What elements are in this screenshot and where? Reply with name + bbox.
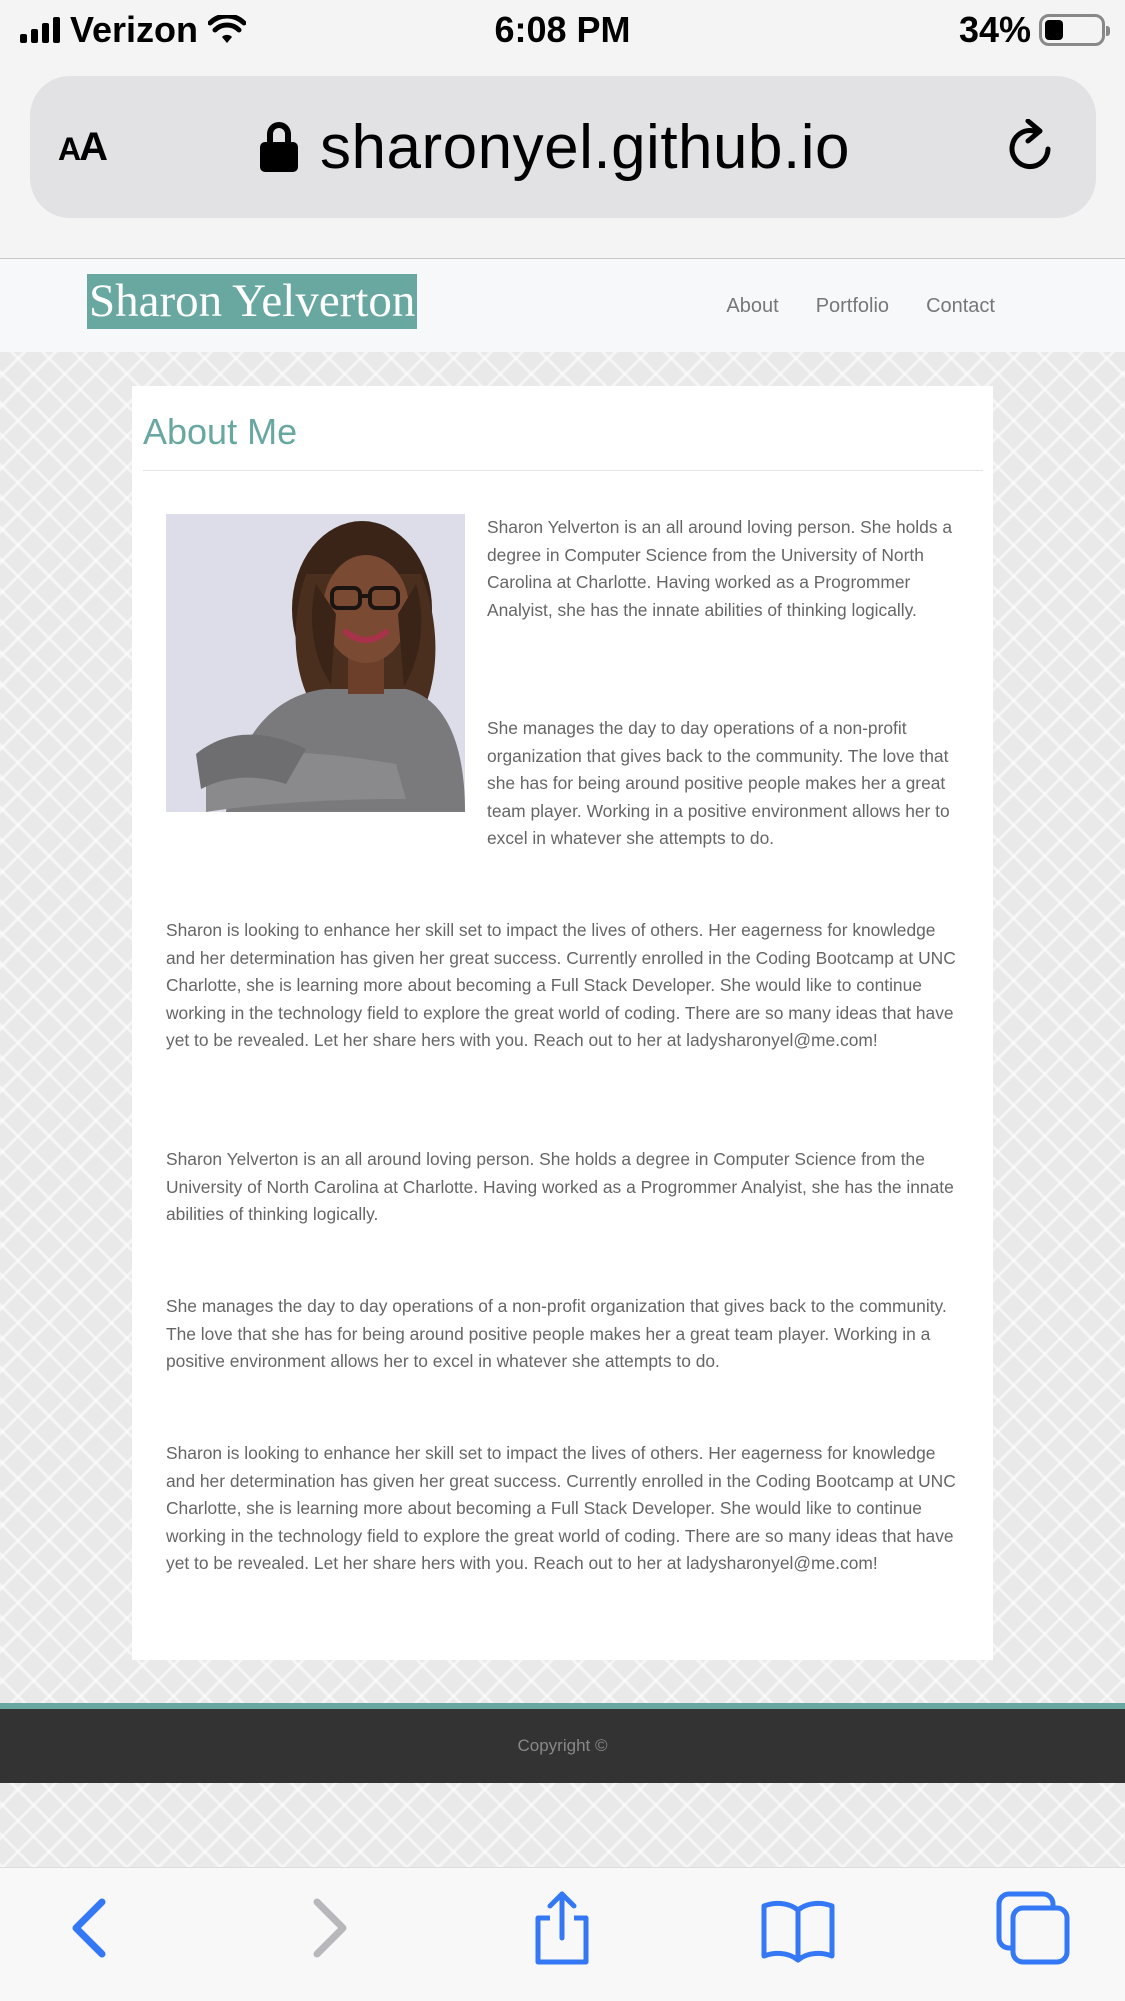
about-paragraph: She manages the day to day operations of… <box>487 718 950 848</box>
nav-portfolio[interactable]: Portfolio <box>816 295 889 318</box>
url-text[interactable]: sharonyel.github.io <box>320 112 850 183</box>
site-footer: Copyright © <box>0 1703 1125 1783</box>
about-paragraph: She manages the day to day operations of… <box>166 1296 947 1371</box>
battery-percent: 34% <box>958 9 1031 50</box>
about-paragraph: Sharon Yelverton is an all around loving… <box>166 1149 954 1224</box>
site-brand[interactable]: Sharon Yelverton <box>87 274 418 329</box>
title-divider <box>143 470 983 471</box>
lock-icon <box>260 122 299 172</box>
site-header: Sharon Yelverton About Portfolio Contact <box>0 258 1125 352</box>
reload-icon[interactable] <box>1004 119 1056 175</box>
url-display[interactable]: sharonyel.github.io <box>260 112 850 183</box>
tabs-button[interactable] <box>993 1888 1073 1968</box>
wifi-icon <box>208 15 247 43</box>
address-bar[interactable]: AA sharonyel.github.io <box>30 76 1096 218</box>
nav-contact[interactable]: Contact <box>926 295 995 318</box>
nav-about[interactable]: About <box>726 295 778 318</box>
copyright-text: Copyright © <box>517 1736 608 1755</box>
share-icon <box>535 1891 589 1965</box>
status-left: Verizon <box>20 9 247 51</box>
status-bar: Verizon 6:08 PM 34% <box>0 0 1125 60</box>
page-title: About Me <box>143 411 298 452</box>
share-button[interactable] <box>522 1888 602 1968</box>
site-nav: About Portfolio Contact <box>726 295 995 318</box>
browser-toolbar <box>0 1867 1125 2001</box>
bookmarks-icon <box>761 1900 835 1963</box>
portrait-illustration <box>166 514 465 812</box>
profile-photo <box>166 514 465 812</box>
about-paragraph: Sharon is looking to enhance her skill s… <box>166 920 956 1050</box>
about-card: About Me Sharon Yelverton is an all arou… <box>132 386 993 1660</box>
back-icon <box>72 1898 106 1958</box>
reader-options-button[interactable]: AA <box>58 125 108 170</box>
back-button[interactable] <box>52 1888 132 1968</box>
tabs-icon <box>996 1891 1070 1965</box>
battery-icon <box>1039 14 1110 46</box>
bookmarks-button[interactable] <box>758 1888 838 1968</box>
cellular-signal-icon <box>20 17 60 43</box>
carrier-name: Verizon <box>70 9 199 50</box>
about-paragraph: Sharon is looking to enhance her skill s… <box>166 1443 956 1573</box>
forward-button[interactable] <box>287 1888 367 1968</box>
forward-icon <box>313 1898 347 1958</box>
status-right: 34% <box>958 9 1110 51</box>
battery-level <box>1045 20 1064 40</box>
about-paragraph: Sharon Yelverton is an all around loving… <box>487 517 953 620</box>
